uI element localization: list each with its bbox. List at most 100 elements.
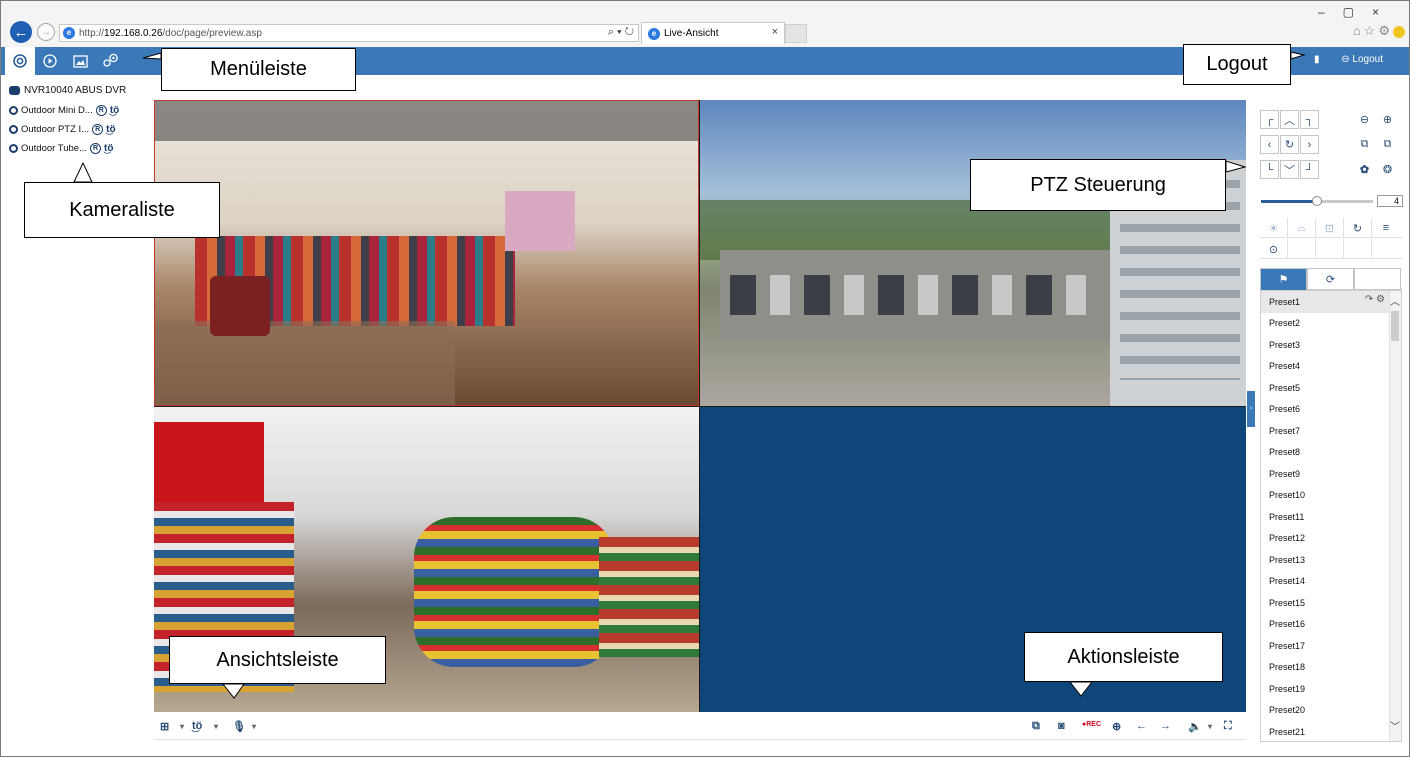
ptz-icon[interactable]: t͜ö bbox=[110, 105, 119, 116]
preset-item[interactable]: Preset9 bbox=[1261, 463, 1401, 485]
microphone-dropdown-icon[interactable]: ▾ bbox=[252, 722, 256, 731]
search-refresh-icons[interactable]: ⌕ ▾ ↻ bbox=[608, 26, 634, 39]
playback-icon[interactable] bbox=[35, 47, 65, 75]
preset-item[interactable]: Preset20 bbox=[1261, 700, 1401, 722]
next-page-icon[interactable]: → bbox=[1160, 720, 1171, 732]
preset-item[interactable]: Preset19 bbox=[1261, 678, 1401, 700]
ptz-icon[interactable]: t͜ö bbox=[106, 124, 115, 135]
record-button[interactable]: ●REC bbox=[1082, 721, 1101, 728]
ptz-down-button[interactable]: ﹀ bbox=[1280, 160, 1299, 179]
stream-icon[interactable]: t͜ö bbox=[192, 720, 202, 732]
focus-near-icon[interactable]: ⧉ bbox=[1355, 135, 1374, 154]
video-tile-store[interactable] bbox=[154, 100, 699, 406]
preset-label: Preset17 bbox=[1269, 640, 1306, 651]
volume-icon[interactable]: 🔈 bbox=[1188, 720, 1202, 733]
focus-far-icon[interactable]: ⧉ bbox=[1378, 135, 1397, 154]
tab-pattern[interactable] bbox=[1354, 268, 1401, 290]
preset-item[interactable]: Preset16 bbox=[1261, 614, 1401, 636]
preset-item[interactable]: Preset5 bbox=[1261, 377, 1401, 399]
ptz-up-left-button[interactable]: ┌ bbox=[1260, 110, 1279, 129]
bottom-toolbar: ⊞ ▾ t͜ö ▾ 🎙 ▾ ⧉ ◙ ●REC ⊕ ← → 🔈 ▾ ⛶ bbox=[154, 712, 1246, 740]
configuration-gear-icon[interactable] bbox=[95, 47, 125, 75]
previous-page-icon[interactable]: ← bbox=[1136, 720, 1147, 732]
live-view-icon[interactable] bbox=[5, 47, 35, 75]
ptz-left-button[interactable]: ‹ bbox=[1260, 135, 1279, 154]
light-icon[interactable]: ☀ bbox=[1260, 218, 1288, 238]
zoom-icon[interactable]: ⊕ bbox=[1112, 720, 1121, 733]
preset-scrollbar[interactable] bbox=[1389, 291, 1401, 741]
feedback-smiley-icon[interactable] bbox=[1393, 25, 1405, 38]
ptz-icon[interactable]: t͜ö bbox=[104, 143, 113, 154]
preset-item[interactable]: Preset15 bbox=[1261, 592, 1401, 614]
preset-label: Preset3 bbox=[1269, 339, 1301, 350]
preset-item[interactable]: Preset3 bbox=[1261, 334, 1401, 356]
device-node[interactable]: NVR10040 ABUS DVR bbox=[9, 85, 126, 96]
preset-item[interactable]: Preset11 bbox=[1261, 506, 1401, 528]
zoom-in-icon[interactable]: ⊕ bbox=[1378, 110, 1397, 129]
browser-home-fav-settings-icons[interactable]: ⌂☆⚙ bbox=[1353, 23, 1405, 39]
record-icon[interactable]: R bbox=[92, 124, 104, 135]
record-icon[interactable]: R bbox=[95, 105, 107, 116]
window-controls[interactable]: –▢× bbox=[1318, 5, 1397, 19]
wiper-icon[interactable]: ⌓ bbox=[1288, 218, 1316, 238]
camera-item[interactable]: Outdoor Mini D... R t͜ö bbox=[9, 105, 119, 116]
address-bar[interactable]: e http://192.168.0.26/doc/page/preview.a… bbox=[59, 24, 639, 42]
preset-call-settings-icons[interactable]: ↷ ⚙ bbox=[1365, 294, 1385, 305]
ptz-auto-button[interactable]: ↻ bbox=[1280, 135, 1299, 154]
tab-close-icon[interactable]: × bbox=[772, 26, 778, 38]
ptz-speed-slider[interactable] bbox=[1261, 196, 1373, 206]
ptz-down-left-button[interactable]: └ bbox=[1260, 160, 1279, 179]
scroll-down-icon[interactable]: ﹀ bbox=[1389, 718, 1401, 733]
microphone-icon[interactable]: 🎙 bbox=[232, 720, 246, 733]
preset-item[interactable]: Preset6 bbox=[1261, 399, 1401, 421]
picture-icon[interactable] bbox=[65, 47, 95, 75]
zoom-out-icon[interactable]: ⊖ bbox=[1355, 110, 1374, 129]
manual-tracking-icon[interactable]: ⊙ bbox=[1260, 239, 1288, 259]
iris-close-icon[interactable]: ❂ bbox=[1378, 160, 1397, 179]
menu-icon[interactable]: ≡ bbox=[1372, 218, 1400, 238]
preset-item[interactable]: Preset13 bbox=[1261, 549, 1401, 571]
tab-presets[interactable]: ⚑ bbox=[1260, 268, 1307, 290]
forward-button[interactable]: → bbox=[37, 23, 55, 41]
preset-item[interactable]: Preset17 bbox=[1261, 635, 1401, 657]
record-icon[interactable]: R bbox=[90, 143, 102, 154]
ptz-up-button[interactable]: ︿ bbox=[1280, 110, 1299, 129]
preset-item[interactable]: Preset4 bbox=[1261, 356, 1401, 378]
window-layout-icon[interactable]: ⊞ bbox=[160, 720, 169, 733]
iris-open-icon[interactable]: ✿ bbox=[1355, 160, 1374, 179]
back-button[interactable]: ← bbox=[10, 21, 32, 43]
preset-item[interactable]: Preset1 ↷ ⚙ bbox=[1261, 291, 1401, 313]
preset-item[interactable]: Preset10 bbox=[1261, 485, 1401, 507]
snapshot-icon[interactable]: ◙ bbox=[1058, 720, 1065, 732]
slider-handle[interactable] bbox=[1312, 196, 1322, 206]
tab-live-ansicht[interactable]: e Live-Ansicht × bbox=[641, 22, 785, 44]
camera-item[interactable]: Outdoor Tube... R t͜ö bbox=[9, 143, 113, 154]
ptz-down-right-button[interactable]: ┘ bbox=[1300, 160, 1319, 179]
new-tab-button[interactable] bbox=[785, 24, 807, 43]
auxiliary-focus-icon[interactable]: ⊡ bbox=[1316, 218, 1344, 238]
preset-item[interactable]: Preset2 bbox=[1261, 313, 1401, 335]
collapse-panel-handle[interactable]: › bbox=[1247, 391, 1255, 427]
tab-patrol[interactable]: ⟳ bbox=[1307, 268, 1354, 290]
stop-all-icon[interactable]: ⧉ bbox=[1032, 720, 1040, 733]
browser-icons[interactable]: ⌂☆⚙ bbox=[1353, 23, 1393, 38]
preset-item[interactable]: Preset7 bbox=[1261, 420, 1401, 442]
ptz-speed-value[interactable]: 4 bbox=[1377, 195, 1403, 207]
preset-item[interactable]: Preset12 bbox=[1261, 528, 1401, 550]
ptz-up-right-button[interactable]: ┐ bbox=[1300, 110, 1319, 129]
preset-item[interactable]: Preset21 bbox=[1261, 721, 1401, 741]
preset-item[interactable]: Preset8 bbox=[1261, 442, 1401, 464]
layout-dropdown-icon[interactable]: ▾ bbox=[180, 722, 184, 731]
scroll-up-icon[interactable]: ︿ bbox=[1389, 293, 1401, 308]
video-tile-parking[interactable] bbox=[700, 100, 1246, 406]
preset-item[interactable]: Preset14 bbox=[1261, 571, 1401, 593]
ptz-right-button[interactable]: › bbox=[1300, 135, 1319, 154]
preset-item[interactable]: Preset18 bbox=[1261, 657, 1401, 679]
volume-dropdown-icon[interactable]: ▾ bbox=[1208, 722, 1212, 731]
lens-init-icon[interactable]: ↻ bbox=[1344, 218, 1372, 238]
scrollbar-thumb[interactable] bbox=[1391, 311, 1399, 341]
stream-dropdown-icon[interactable]: ▾ bbox=[214, 722, 218, 731]
camera-item[interactable]: Outdoor PTZ I... R t͜ö bbox=[9, 124, 116, 135]
logout-link[interactable]: ⊖ Logout bbox=[1341, 54, 1383, 65]
fullscreen-icon[interactable]: ⛶ bbox=[1224, 720, 1232, 733]
